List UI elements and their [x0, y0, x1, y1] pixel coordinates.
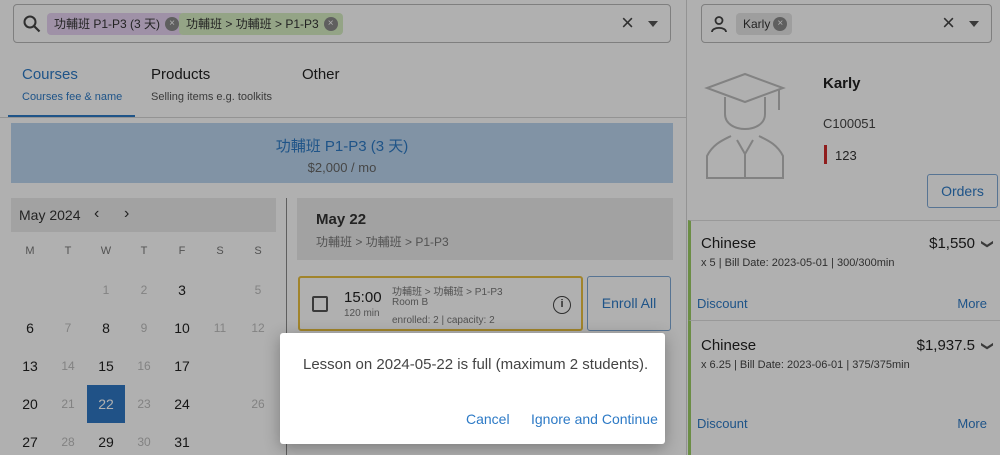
- cancel-button[interactable]: Cancel: [466, 411, 510, 427]
- capacity-warning-dialog: Lesson on 2024-05-22 is full (maximum 2 …: [280, 333, 665, 444]
- ignore-and-continue-button[interactable]: Ignore and Continue: [531, 411, 658, 427]
- dialog-message: Lesson on 2024-05-22 is full (maximum 2 …: [303, 356, 649, 373]
